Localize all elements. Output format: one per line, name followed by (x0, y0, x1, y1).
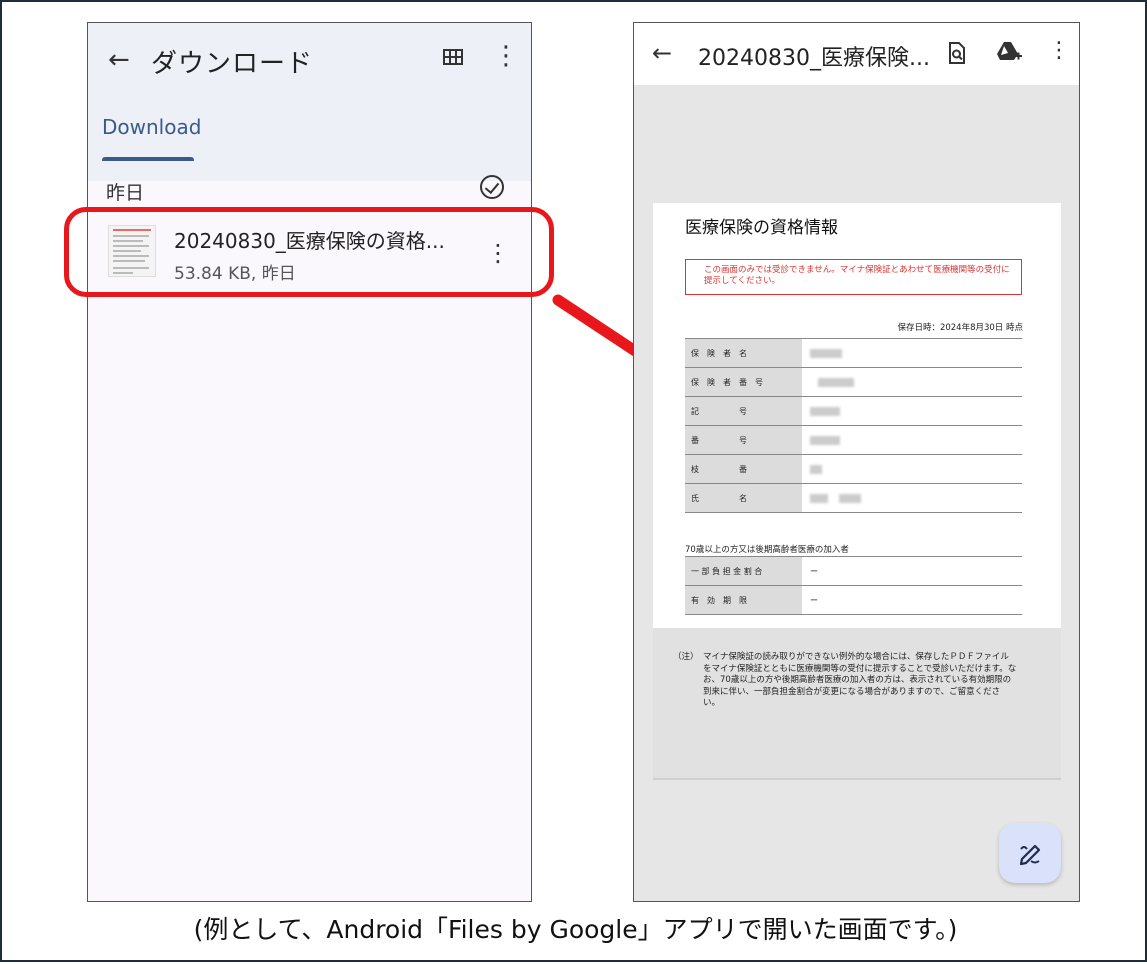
table-row: 枝 番 (685, 454, 1022, 484)
document-heading: 医療保険の資格情報 (685, 218, 838, 238)
note-label: （注） (673, 652, 699, 662)
table-row: 保 険 者 番 号 (685, 367, 1022, 397)
row-label: 有 効 期 限 (685, 585, 802, 615)
redacted-value (810, 435, 840, 445)
row-label: 保 険 者 名 (685, 338, 802, 368)
figure-caption: (例として、Android「Files by Google」アプリで開いた画面で… (193, 915, 958, 944)
note-text: （注） マイナ保険証の読み取りができない例外的な場合には、保存したＰＤＦファイル… (673, 652, 1017, 710)
row-value: ー (802, 585, 1022, 615)
redacted-value (810, 493, 828, 503)
more-vert-icon[interactable]: ⋮ (1048, 40, 1070, 62)
arrow-left-icon[interactable]: ← (652, 39, 672, 67)
senior-table: 一 部 負 担 金 割 合ー 有 効 期 限ー (685, 556, 1022, 615)
pdf-viewer-screen: ← 20240830_医療保険... ⋮ 医療保険の資格情報 この画面のみでは受… (633, 22, 1080, 902)
table-row: 番 号 (685, 425, 1022, 455)
table-row: 記 号 (685, 396, 1022, 426)
edit-pen-icon (1019, 844, 1041, 866)
row-label: 番 号 (685, 425, 802, 455)
row-label: 保 険 者 番 号 (685, 367, 802, 397)
row-value: ー (802, 556, 1022, 586)
drive-add-icon[interactable] (997, 41, 1023, 63)
top-app-bar: ← 20240830_医療保険... ⋮ (634, 23, 1079, 85)
table-row: 保 険 者 名 (685, 338, 1022, 368)
redacted-value (810, 464, 822, 474)
row-label: 氏 名 (685, 483, 802, 513)
redacted-value (810, 406, 840, 416)
note-body: マイナ保険証の読み取りができない例外的な場合には、保存したＰＤＦファイルをマイナ… (703, 652, 1017, 708)
redacted-value (838, 493, 861, 503)
table-row: 有 効 期 限ー (685, 585, 1022, 615)
search-document-icon[interactable] (947, 42, 967, 64)
pdf-page: 医療保険の資格情報 この画面のみでは受診できません。マイナ保険証とあわせて医療機… (653, 203, 1061, 628)
saved-date: 保存日時：2024年8月30日 時点 (897, 323, 1023, 333)
row-label: 記 号 (685, 396, 802, 426)
note-section: （注） マイナ保険証の読み取りができない例外的な場合には、保存したＰＤＦファイル… (653, 628, 1061, 780)
table-row: 氏 名 (685, 483, 1022, 513)
warning-box: この画面のみでは受診できません。マイナ保険証とあわせて医療機関等の受付に提示して… (685, 259, 1022, 295)
senior-heading: 70歳以上の方又は後期高齢者医療の加入者 (685, 545, 849, 555)
figure-frame: ← ダウンロード ⋮ Download 昨日 20240830_医療保険の資格.… (0, 0, 1147, 962)
redacted-value (818, 377, 854, 387)
document-title: 20240830_医療保険... (698, 46, 930, 71)
qualification-table: 保 険 者 名 保 険 者 番 号 記 号 番 号 枝 番 氏 名 (685, 338, 1022, 513)
table-row: 一 部 負 担 金 割 合ー (685, 556, 1022, 586)
edit-fab[interactable] (999, 823, 1061, 883)
row-label: 枝 番 (685, 454, 802, 484)
row-label: 一 部 負 担 金 割 合 (685, 556, 802, 586)
redacted-value (810, 348, 842, 358)
